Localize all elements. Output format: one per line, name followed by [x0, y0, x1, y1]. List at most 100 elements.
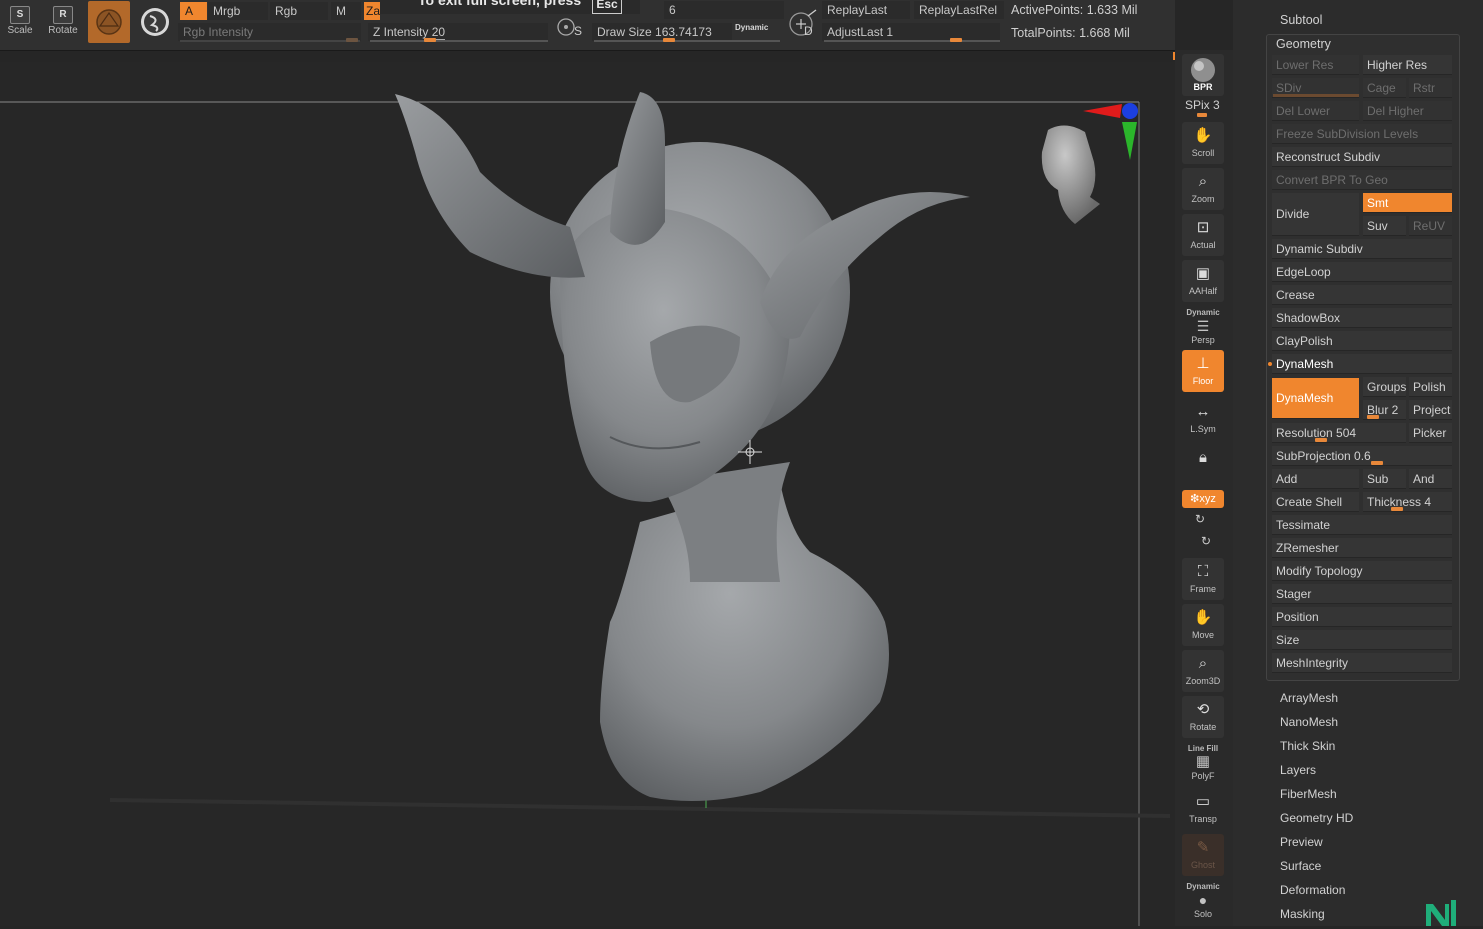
rgb-toggle[interactable]: Rgb [270, 2, 328, 20]
texture-button[interactable] [136, 3, 174, 41]
deformation-menu[interactable]: Deformation [1280, 883, 1345, 897]
picker-button[interactable]: Picker [1409, 423, 1452, 443]
scroll-button[interactable]: ✋ Scroll [1182, 122, 1224, 164]
solo-button[interactable]: Dynamic ● Solo [1182, 880, 1224, 922]
del-lower-button[interactable]: Del Lower [1272, 101, 1359, 121]
masking-menu[interactable]: Masking [1280, 907, 1325, 921]
rgb-intensity-knob[interactable] [346, 38, 358, 42]
del-higher-button[interactable]: Del Higher [1363, 101, 1452, 121]
blur-knob[interactable] [1367, 415, 1379, 419]
xyz-rotation-toggle[interactable]: ❇xyz [1182, 490, 1224, 508]
edgeloop-menu[interactable]: EdgeLoop [1272, 262, 1452, 282]
rotate-button[interactable]: R Rotate [43, 0, 83, 44]
resolution-slider[interactable]: Resolution 504 [1272, 423, 1406, 443]
focal-shift-button[interactable]: S [553, 16, 587, 44]
ghost-button[interactable]: ✎ Ghost [1182, 834, 1224, 876]
position-menu[interactable]: Position [1272, 607, 1452, 627]
resolution-knob[interactable] [1315, 438, 1327, 442]
modify-topology-menu[interactable]: Modify Topology [1272, 561, 1452, 581]
polyf-button[interactable]: Line Fill ▦ PolyF [1182, 742, 1224, 784]
zadd-toggle[interactable]: Za [364, 2, 380, 20]
lower-res-button[interactable]: Lower Res [1272, 55, 1359, 75]
y-rotation-icon[interactable]: ↻ [1195, 512, 1205, 526]
replay-last-button[interactable]: ReplayLast [822, 1, 910, 19]
m-toggle[interactable]: M [331, 2, 361, 20]
groups-toggle[interactable]: Groups [1363, 377, 1406, 397]
stager-menu[interactable]: Stager [1272, 584, 1452, 604]
replay-last-rel-button[interactable]: ReplayLastRel [914, 1, 1004, 19]
polish-toggle[interactable]: Polish [1409, 377, 1452, 397]
viewport-canvas[interactable] [0, 62, 1175, 926]
dynamic-size-toggle[interactable]: Dynamic [735, 23, 768, 32]
dynamesh-button[interactable]: DynaMesh [1272, 378, 1359, 419]
z-rotation-icon[interactable]: ↻ [1201, 534, 1211, 548]
reconstruct-subdiv-button[interactable]: Reconstruct Subdiv [1272, 147, 1452, 167]
thick-skin-menu[interactable]: Thick Skin [1280, 739, 1335, 753]
project-toggle[interactable]: Project [1409, 400, 1452, 420]
surface-menu[interactable]: Surface [1280, 859, 1321, 873]
z-intensity-knob[interactable] [424, 38, 437, 42]
transp-button[interactable]: ▭ Transp [1182, 788, 1224, 830]
draw-size-slider[interactable]: Draw Size 163.74173 [592, 23, 732, 41]
geometry-menu[interactable]: Geometry [1276, 37, 1331, 51]
stroke-button[interactable]: D [786, 8, 820, 42]
persp-button[interactable]: Dynamic ☰ Persp [1182, 306, 1224, 348]
and-button[interactable]: And [1409, 469, 1452, 489]
floor-button[interactable]: ⊥ Floor [1182, 350, 1224, 392]
layers-menu[interactable]: Layers [1280, 763, 1316, 777]
zoom-button[interactable]: ⌕ Zoom [1182, 168, 1224, 210]
cage-button[interactable]: Cage [1363, 78, 1406, 98]
higher-res-button[interactable]: Higher Res [1363, 55, 1452, 75]
meshintegrity-menu[interactable]: MeshIntegrity [1272, 653, 1452, 673]
add-button[interactable]: Add [1272, 469, 1359, 489]
scale-button[interactable]: S Scale [0, 0, 40, 44]
actual-button[interactable]: ⊡ Actual [1182, 214, 1224, 256]
rgb-intensity-slider[interactable]: Rgb Intensity [178, 23, 361, 41]
spix-knob[interactable] [1197, 113, 1207, 117]
material-button[interactable] [88, 1, 130, 43]
nanomesh-menu[interactable]: NanoMesh [1280, 715, 1338, 729]
draw-size-knob[interactable] [663, 38, 675, 42]
adjust-last-slider[interactable]: AdjustLast 1 [822, 23, 1000, 41]
convert-bpr-button[interactable]: Convert BPR To Geo [1272, 170, 1452, 190]
mrgb-toggle[interactable]: Mrgb [208, 2, 268, 20]
z-intensity-slider[interactable]: Z Intensity 20 [368, 23, 548, 41]
subprojection-slider[interactable]: SubProjection 0.6 [1272, 446, 1452, 466]
rstr-button[interactable]: Rstr [1409, 78, 1452, 98]
create-shell-button[interactable]: Create Shell [1272, 492, 1359, 512]
focal-value[interactable]: 6 [664, 1, 784, 19]
claypolish-menu[interactable]: ClayPolish [1272, 331, 1452, 351]
reuv-toggle[interactable]: ReUV [1409, 216, 1452, 236]
divide-button[interactable]: Divide [1272, 193, 1359, 236]
zoom3d-button[interactable]: ⌕ Zoom3D [1182, 650, 1224, 692]
zremesher-menu[interactable]: ZRemesher [1272, 538, 1452, 558]
size-menu[interactable]: Size [1272, 630, 1452, 650]
lsym-button[interactable]: ↔ L.Sym [1182, 398, 1224, 440]
crease-menu[interactable]: Crease [1272, 285, 1452, 305]
frame-button[interactable]: ⛶ Frame [1182, 558, 1224, 600]
freeze-subdiv-button[interactable]: Freeze SubDivision Levels [1272, 124, 1452, 144]
subtool-menu[interactable]: Subtool [1280, 13, 1322, 27]
bpr-button[interactable]: BPR [1182, 54, 1224, 96]
a-toggle[interactable]: A [180, 2, 207, 20]
move-button[interactable]: ✋ Move [1182, 604, 1224, 646]
geometry-hd-menu[interactable]: Geometry HD [1280, 811, 1353, 825]
preview-menu[interactable]: Preview [1280, 835, 1323, 849]
suv-toggle[interactable]: Suv [1363, 216, 1406, 236]
thickness-slider[interactable]: Thickness 4 [1363, 492, 1452, 512]
fibermesh-menu[interactable]: FiberMesh [1280, 787, 1337, 801]
spix-slider[interactable]: SPix 3 [1185, 98, 1220, 112]
thickness-knob[interactable] [1391, 507, 1403, 511]
smt-toggle[interactable]: Smt [1363, 193, 1452, 213]
dynamesh-menu[interactable]: DynaMesh [1272, 354, 1452, 374]
adjust-last-knob[interactable] [950, 38, 962, 42]
rotate3d-button[interactable]: ⟲ Rotate [1182, 696, 1224, 738]
aahalf-button[interactable]: ▣ AAHalf [1182, 260, 1224, 302]
tessimate-menu[interactable]: Tessimate [1272, 515, 1452, 535]
shadowbox-menu[interactable]: ShadowBox [1272, 308, 1452, 328]
lock-button[interactable]: 🔒︎ [1182, 444, 1224, 486]
arraymesh-menu[interactable]: ArrayMesh [1280, 691, 1338, 705]
dynamic-subdiv-menu[interactable]: Dynamic Subdiv [1272, 239, 1452, 259]
sub-button[interactable]: Sub [1363, 469, 1406, 489]
subprojection-knob[interactable] [1371, 461, 1383, 465]
